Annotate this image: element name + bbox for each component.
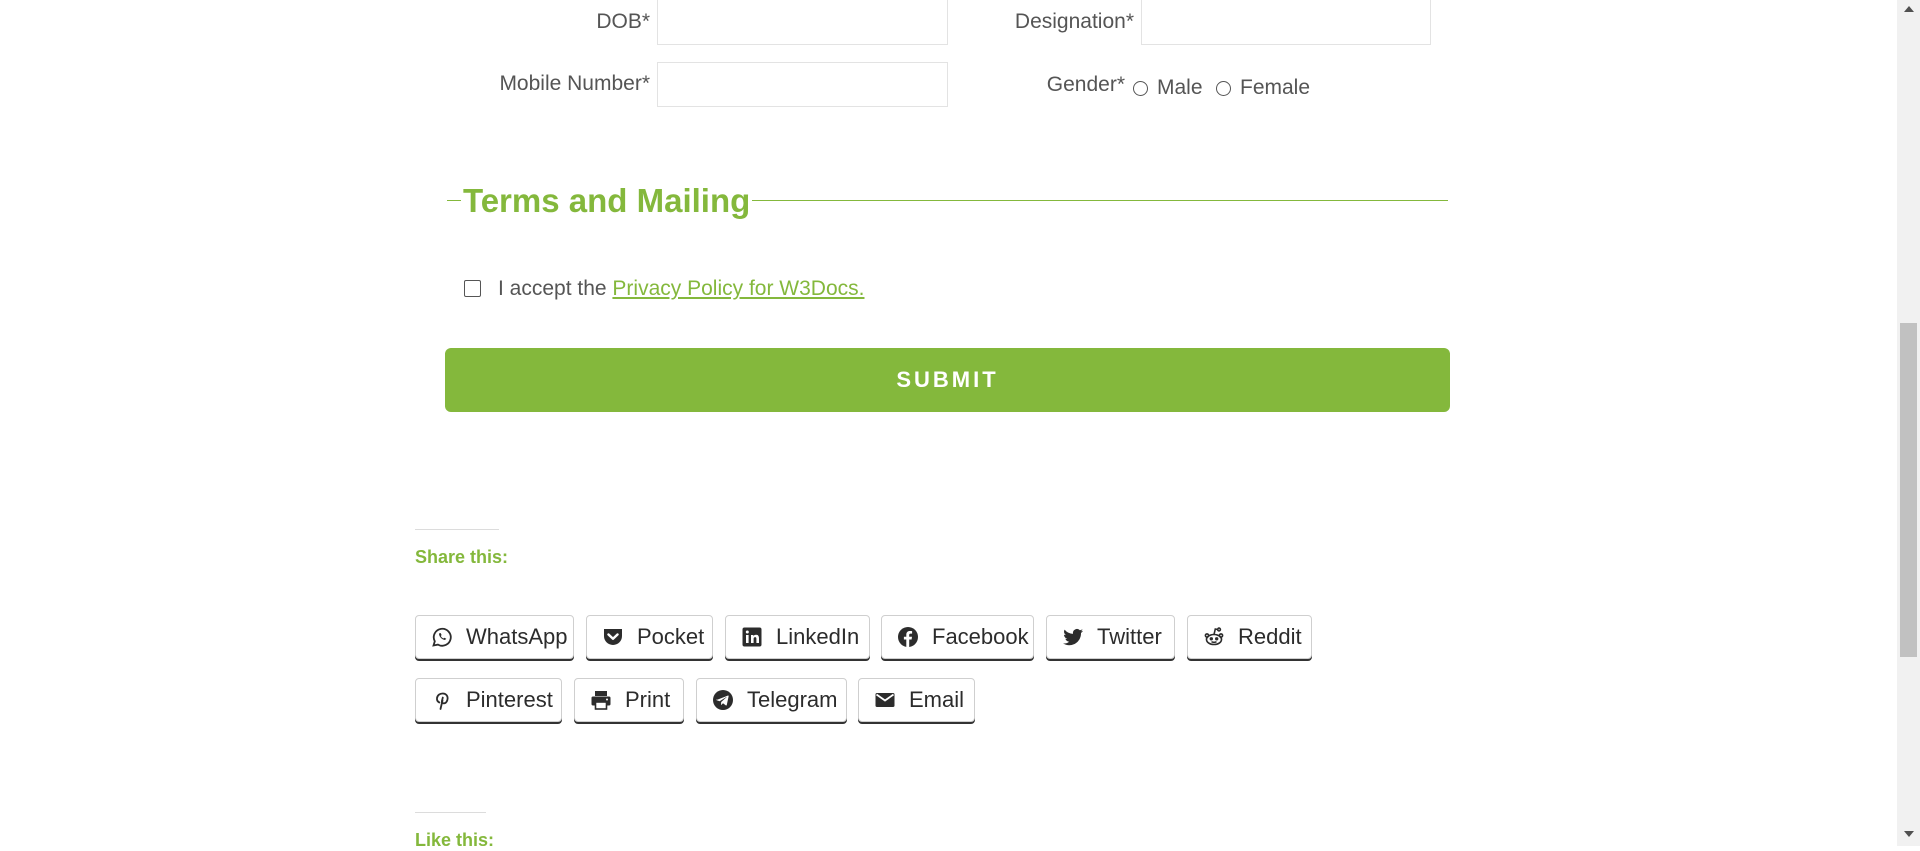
privacy-accept-prefix: I accept the (498, 277, 607, 300)
dob-input[interactable] (657, 0, 948, 45)
privacy-accept-checkbox[interactable] (464, 280, 481, 297)
share-facebook-button[interactable]: Facebook (881, 615, 1034, 659)
share-linkedin-label: LinkedIn (776, 624, 860, 649)
share-pocket-label: Pocket (637, 624, 705, 649)
gender-radio-male[interactable]: Male (1133, 76, 1203, 100)
facebook-icon (898, 627, 918, 647)
share-reddit-button[interactable]: Reddit (1187, 615, 1312, 659)
share-twitter-label: Twitter (1097, 624, 1162, 649)
mobile-number-label: Mobile Number* (499, 72, 650, 95)
share-divider (415, 529, 499, 530)
email-icon (875, 693, 895, 707)
scroll-up-arrow-icon[interactable] (1904, 6, 1914, 12)
share-telegram-button[interactable]: Telegram (696, 678, 847, 722)
radio-female-circle[interactable] (1216, 80, 1231, 96)
share-print-label: Print (625, 687, 671, 712)
gender-label: Gender* (1046, 73, 1125, 96)
mobile-number-input[interactable] (657, 62, 948, 107)
share-reddit-label: Reddit (1238, 624, 1302, 649)
twitter-icon (1063, 629, 1083, 646)
like-divider (415, 812, 486, 813)
scrollbar-thumb[interactable] (1900, 323, 1917, 657)
scroll-down-arrow-icon[interactable] (1904, 831, 1914, 837)
designation-input[interactable] (1141, 0, 1431, 45)
pocket-icon (604, 629, 622, 645)
share-print-button[interactable]: Print (574, 678, 684, 722)
share-facebook-label: Facebook (932, 624, 1029, 649)
reddit-icon (1204, 627, 1224, 646)
radio-female-label: Female (1240, 76, 1311, 99)
designation-label: Designation* (1014, 10, 1134, 33)
submit-button[interactable]: SUBMIT (445, 348, 1450, 412)
share-telegram-label: Telegram (747, 687, 838, 712)
radio-male-label: Male (1157, 76, 1203, 99)
page-scrollbar[interactable] (1897, 0, 1920, 846)
print-icon (591, 691, 611, 710)
share-pocket-button[interactable]: Pocket (586, 615, 713, 659)
share-pinterest-button[interactable]: Pinterest (415, 678, 562, 722)
linkedin-icon (742, 627, 762, 647)
telegram-icon (713, 690, 733, 710)
privacy-policy-link[interactable]: Privacy Policy for W3Docs. (612, 277, 864, 300)
share-heading: Share this: (415, 547, 509, 567)
like-heading: Like this: (415, 830, 495, 850)
whatsapp-icon (432, 627, 452, 647)
share-whatsapp-label: WhatsApp (466, 624, 568, 649)
gender-radio-female[interactable]: Female (1216, 76, 1310, 100)
privacy-accept-text: I accept the Privacy Policy for W3Docs. (498, 277, 864, 301)
share-email-label: Email (909, 687, 965, 712)
share-linkedin-button[interactable]: LinkedIn (725, 615, 870, 659)
radio-male-circle[interactable] (1133, 80, 1148, 96)
share-twitter-button[interactable]: Twitter (1046, 615, 1175, 659)
share-whatsapp-button[interactable]: WhatsApp (415, 615, 574, 659)
pinterest-icon (436, 692, 449, 710)
terms-section-title: Terms and Mailing (461, 181, 753, 221)
share-email-button[interactable]: Email (858, 678, 975, 722)
dob-label: DOB* (596, 10, 650, 33)
share-pinterest-label: Pinterest (466, 687, 553, 712)
